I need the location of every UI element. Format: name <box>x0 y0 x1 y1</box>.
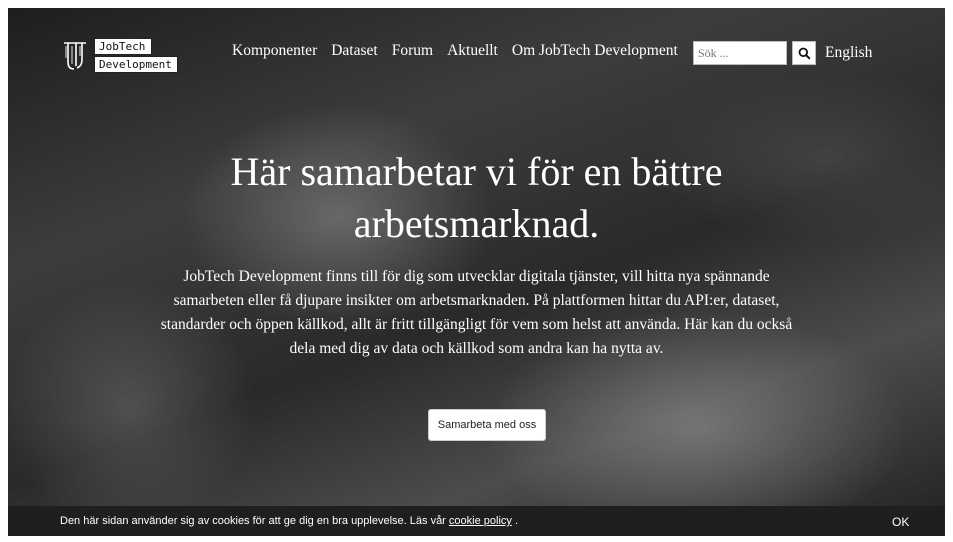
logo-text-jobtech: JobTech <box>94 38 152 55</box>
jobtech-logo-icon <box>64 41 86 70</box>
collaborate-button[interactable]: Samarbeta med oss <box>428 409 546 441</box>
nav-item-komponenter[interactable]: Komponenter <box>232 42 317 60</box>
search-button[interactable] <box>792 41 816 65</box>
cookie-suffix: . <box>511 515 519 527</box>
hero-description: JobTech Development finns till för dig s… <box>160 268 793 357</box>
hero-background: JobTech Development Komponenter Dataset … <box>8 8 945 536</box>
language-switch[interactable]: English <box>825 44 872 62</box>
hero-title: Här samarbetar vi för en bättre arbetsma… <box>230 149 723 246</box>
logo-text-development: Development <box>94 56 178 73</box>
cookie-banner: Den här sidan använder sig av cookies fö… <box>8 506 945 536</box>
cookie-policy-link[interactable]: cookie policy <box>449 515 512 527</box>
search-icon <box>798 47 811 60</box>
cookie-message: Den här sidan använder sig av cookies fö… <box>60 515 518 527</box>
main-nav: Komponenter Dataset Forum Aktuellt Om Jo… <box>232 42 692 60</box>
site-logo[interactable]: JobTech Development <box>62 38 178 73</box>
nav-item-dataset[interactable]: Dataset <box>331 42 377 60</box>
nav-item-forum[interactable]: Forum <box>392 42 433 60</box>
search-input[interactable] <box>693 41 787 65</box>
nav-item-aktuellt[interactable]: Aktuellt <box>447 42 498 60</box>
cookie-text: Den här sidan använder sig av cookies fö… <box>60 515 449 527</box>
nav-item-om-jobtech[interactable]: Om JobTech Development <box>512 42 678 60</box>
cookie-ok-button[interactable]: OK <box>892 515 909 529</box>
search-form <box>693 41 816 65</box>
